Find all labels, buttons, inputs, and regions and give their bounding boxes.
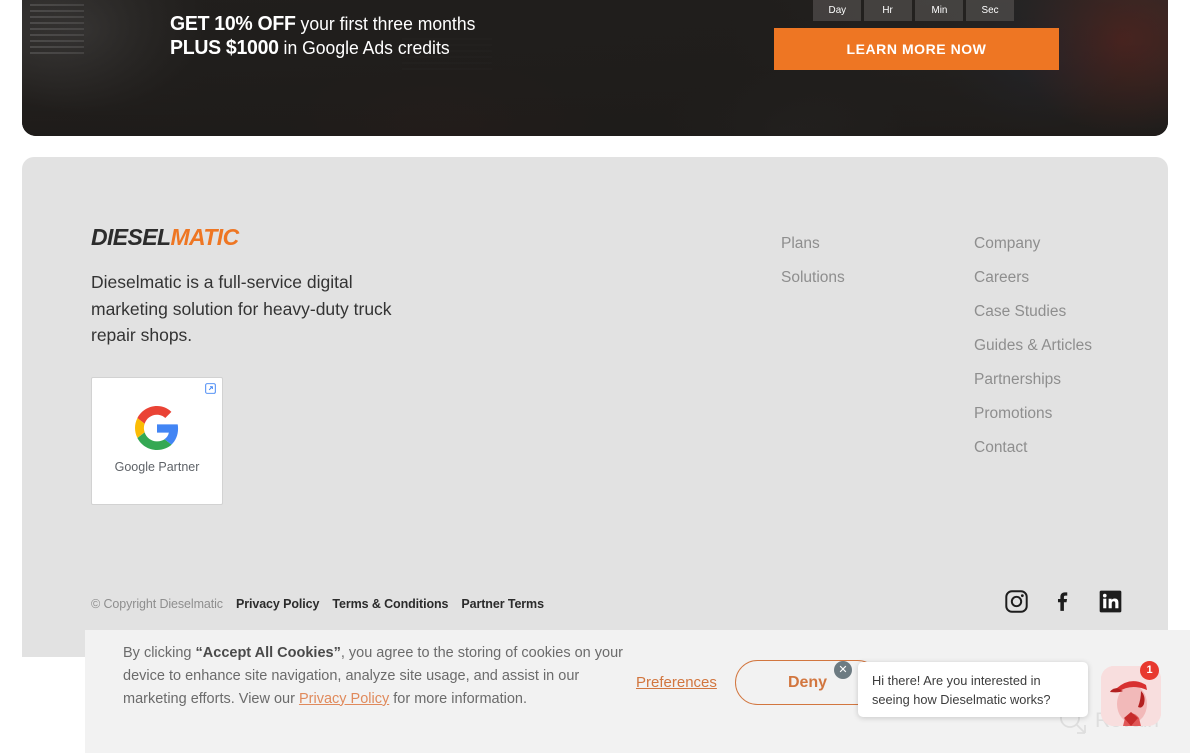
google-partner-label: Google Partner — [114, 460, 200, 474]
footer-link-partnerships[interactable]: Partnerships — [974, 363, 1092, 397]
chat-greeting-bubble[interactable]: Hi there! Are you interested in seeing h… — [858, 662, 1088, 717]
countdown-cell-sec: 50 Sec — [966, 0, 1014, 21]
cookie-text-part-3: for more information. — [389, 690, 528, 707]
cookie-text-part-1: By clicking — [123, 645, 196, 661]
legal-link-partner-terms[interactable]: Partner Terms — [461, 597, 544, 611]
chat-unread-badge: 1 — [1140, 661, 1159, 680]
promo-headline-line-1-rest: your first three months — [295, 13, 476, 34]
countdown-timer: 14 Day 20 Hr 48 Min 50 Sec — [813, 0, 1014, 21]
cookie-consent-text: By clicking “Accept All Cookies”, you ag… — [123, 642, 623, 710]
legal-link-privacy-policy[interactable]: Privacy Policy — [236, 597, 319, 611]
legal-link-terms-conditions[interactable]: Terms & Conditions — [332, 597, 448, 611]
footer-link-careers[interactable]: Careers — [974, 261, 1092, 295]
linkedin-icon[interactable] — [1098, 589, 1123, 614]
copyright-text: © Copyright Dieselmatic — [91, 597, 223, 611]
footer-link-guides-articles[interactable]: Guides & Articles — [974, 329, 1092, 363]
promo-banner: SIGN UP BY THE END OF OCTOBER GET 10% OF… — [22, 0, 1168, 136]
footer-nav-column-1: Plans Solutions — [781, 227, 845, 295]
promo-headline-line-1-bold: GET 10% OFF — [170, 12, 296, 35]
cookie-preferences-button[interactable]: Preferences — [636, 674, 717, 691]
logo-text-matic: MATIC — [170, 224, 239, 250]
footer-link-case-studies[interactable]: Case Studies — [974, 295, 1092, 329]
countdown-cell-day: 14 Day — [813, 0, 861, 21]
google-partner-badge[interactable]: Google Partner — [91, 377, 223, 505]
footer-link-solutions[interactable]: Solutions — [781, 261, 845, 295]
countdown-value: 20 — [877, 0, 899, 1]
page-root: SIGN UP BY THE END OF OCTOBER GET 10% OF… — [0, 0, 1190, 753]
footer-link-promotions[interactable]: Promotions — [974, 397, 1092, 431]
legal-row: © Copyright Dieselmatic Privacy Policy T… — [91, 597, 544, 611]
promo-headline-line-1: GET 10% OFF your first three months — [170, 12, 475, 36]
cookie-text-accept-all-cookies: “Accept All Cookies” — [195, 645, 341, 661]
dieselmatic-logo[interactable]: DIESELMATIC — [91, 224, 239, 251]
facebook-icon[interactable] — [1051, 589, 1076, 614]
countdown-unit: Hr — [882, 3, 894, 16]
promo-headline-line-2: PLUS $1000 in Google Ads credits — [170, 36, 450, 60]
external-link-icon — [205, 383, 216, 394]
countdown-value: 50 — [979, 0, 1001, 1]
countdown-cell-hr: 20 Hr — [864, 0, 912, 21]
promo-headline-line-2-bold: PLUS $1000 — [170, 36, 279, 59]
footer-nav-column-2: Company Careers Case Studies Guides & Artic… — [974, 227, 1092, 465]
footer-link-plans[interactable]: Plans — [781, 227, 845, 261]
chat-greeting-text: Hi there! Are you interested in seeing h… — [872, 673, 1051, 707]
instagram-icon[interactable] — [1004, 589, 1029, 614]
footer-link-company[interactable]: Company — [974, 227, 1092, 261]
promo-headline-line-2-rest: in Google Ads credits — [278, 37, 450, 58]
google-g-icon — [135, 406, 179, 450]
learn-more-button[interactable]: LEARN MORE NOW — [774, 28, 1059, 70]
countdown-unit: Min — [931, 3, 947, 16]
logo-text-diesel: DIESEL — [91, 224, 171, 250]
countdown-unit: Day — [828, 3, 846, 16]
footer-tagline: Dieselmatic is a full-service digital ma… — [91, 272, 392, 345]
promo-content: SIGN UP BY THE END OF OCTOBER GET 10% OF… — [22, 0, 1168, 136]
countdown-value: 14 — [826, 0, 848, 1]
countdown-value: 48 — [928, 0, 950, 1]
social-links — [1004, 589, 1123, 614]
countdown-cell-min: 48 Min — [915, 0, 963, 21]
countdown-unit: Sec — [981, 3, 999, 16]
site-footer: DIESELMATIC Dieselmatic is a full-servic… — [22, 157, 1168, 657]
footer-link-contact[interactable]: Contact — [974, 431, 1092, 465]
chat-close-icon[interactable]: ✕ — [834, 661, 852, 679]
cookie-privacy-policy-link[interactable]: Privacy Policy — [299, 691, 389, 707]
